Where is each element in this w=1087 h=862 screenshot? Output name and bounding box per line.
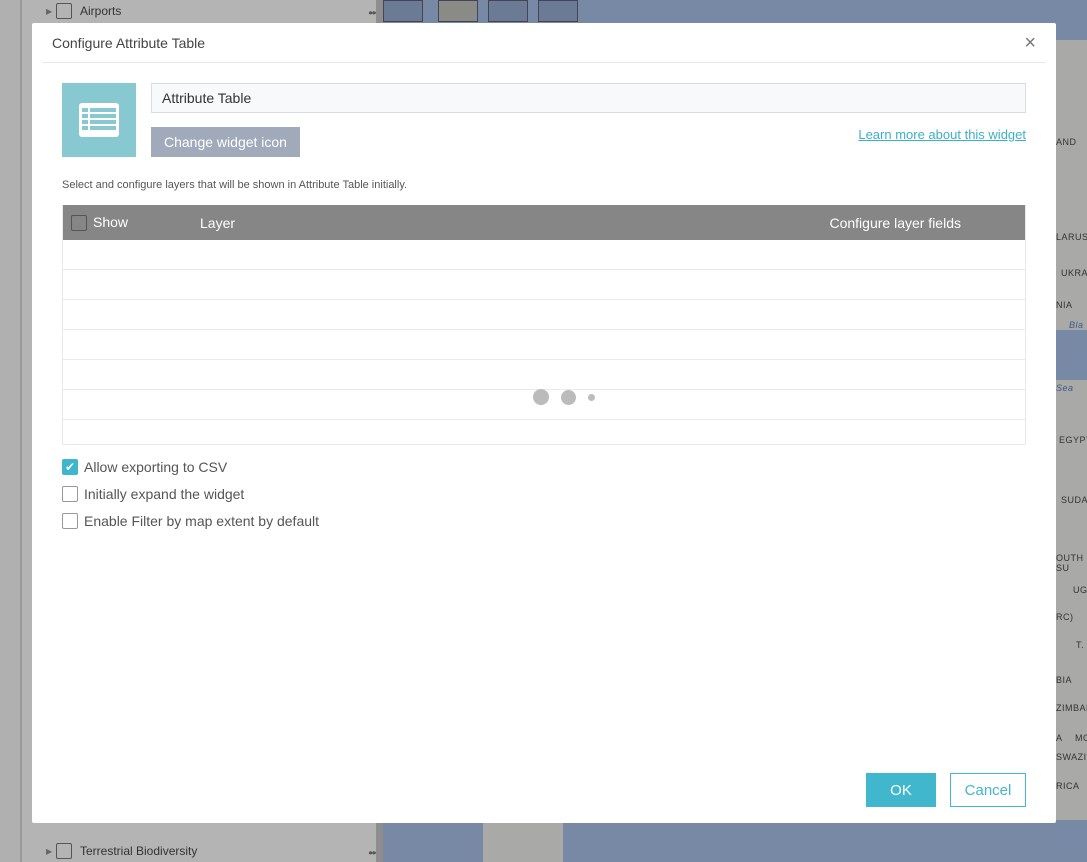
option-expand-widget[interactable]: Initially expand the widget — [62, 486, 244, 502]
close-icon[interactable]: × — [1024, 33, 1036, 53]
expand-icon[interactable]: ▶ — [46, 7, 56, 16]
loading-indicator — [533, 389, 595, 405]
grid-tool-icon[interactable] — [488, 0, 528, 22]
divider — [42, 62, 1046, 63]
dialog-title: Configure Attribute Table — [52, 35, 206, 51]
checkbox[interactable] — [62, 486, 78, 502]
option-label: Allow exporting to CSV — [84, 459, 228, 475]
layers-table: Show Layer Configure layer fields — [62, 205, 1026, 445]
checkbox[interactable] — [62, 513, 78, 529]
layer-checkbox[interactable] — [56, 3, 72, 19]
table-row — [63, 300, 1025, 330]
layer-item-terrestrial-biodiversity[interactable]: ▶ Terrestrial Biodiversity ••• — [46, 840, 386, 862]
layer-label: Airports — [80, 4, 122, 18]
option-allow-csv[interactable]: ✔ Allow exporting to CSV — [62, 459, 227, 475]
configure-dialog: Configure Attribute Table × Change widge… — [32, 23, 1056, 823]
left-strip — [0, 0, 22, 862]
ok-button[interactable]: OK — [866, 773, 936, 807]
learn-more-link[interactable]: Learn more about this widget — [858, 127, 1026, 142]
header-configure-fields: Configure layer fields — [829, 215, 961, 231]
option-label: Enable Filter by map extent by default — [84, 513, 320, 529]
checkbox-checked[interactable]: ✔ — [62, 459, 78, 475]
table-header: Show Layer Configure layer fields — [63, 205, 1025, 240]
widget-icon — [62, 83, 136, 157]
table-row — [63, 330, 1025, 360]
description: Select and configure layers that will be… — [62, 179, 408, 191]
basemap-tool-icon[interactable] — [383, 0, 423, 22]
option-filter-map-extent[interactable]: Enable Filter by map extent by default — [62, 513, 319, 529]
option-label: Initially expand the widget — [84, 486, 245, 502]
widget-name-input[interactable] — [151, 83, 1026, 113]
expand-icon[interactable]: ▶ — [46, 847, 56, 856]
change-widget-icon-button[interactable]: Change widget icon — [151, 127, 300, 157]
header-show: Show — [93, 214, 129, 230]
select-all-checkbox[interactable] — [71, 215, 87, 231]
layer-label: Terrestrial Biodiversity — [80, 844, 198, 858]
list-tool-icon[interactable] — [538, 0, 578, 22]
cancel-button[interactable]: Cancel — [950, 773, 1026, 807]
table-row — [63, 270, 1025, 300]
table-row — [63, 360, 1025, 390]
table-icon — [79, 103, 119, 137]
layer-item-airports[interactable]: ▶ Airports ••• — [46, 0, 386, 22]
header-layer: Layer — [200, 215, 236, 231]
layer-tool-icon[interactable] — [438, 0, 478, 22]
table-row — [63, 240, 1025, 270]
layer-checkbox[interactable] — [56, 843, 72, 859]
